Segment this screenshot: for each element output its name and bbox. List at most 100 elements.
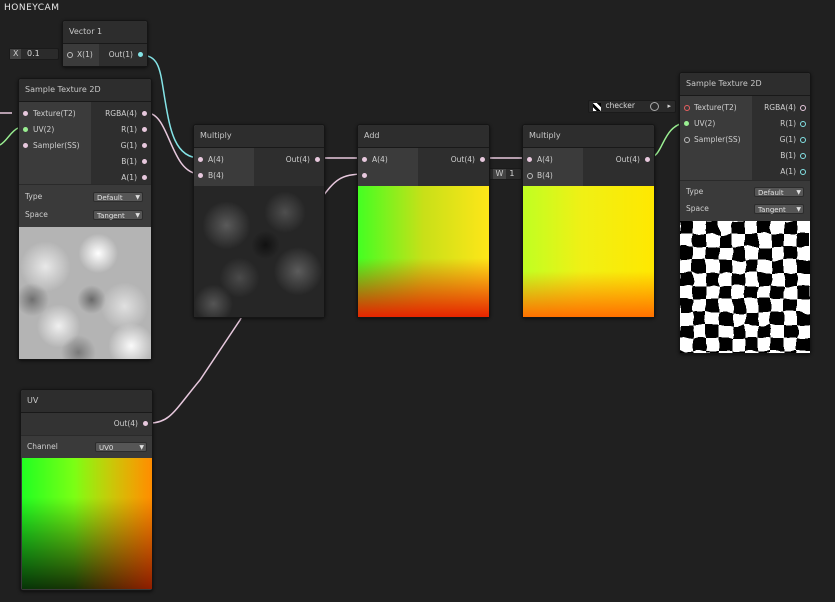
checker-pattern	[680, 221, 810, 353]
port-uv[interactable]: UV(2)	[684, 117, 715, 131]
field-value: 1	[509, 169, 515, 178]
vector1-node[interactable]: Vector 1 X(1) Out(1)	[62, 20, 148, 67]
uv-preview	[22, 458, 152, 589]
vector1-x-field[interactable]: X 0.1	[9, 48, 59, 60]
port-label: Out(4)	[285, 155, 310, 164]
texture-thumb-icon	[593, 103, 601, 111]
port-label: Sampler(SS)	[33, 141, 80, 150]
checker-texture-field[interactable]: checker ▸	[588, 100, 676, 113]
port-label: Sampler(SS)	[694, 135, 741, 144]
uv-node[interactable]: UV Out(4) Channel UV0 ▼	[20, 389, 153, 591]
node-title: Vector 1	[63, 21, 147, 44]
port-label: Out(4)	[615, 155, 640, 164]
chevron-down-icon: ▼	[135, 212, 140, 219]
dark-noise-preview	[194, 186, 324, 317]
port-out[interactable]: Out(1)	[109, 48, 143, 62]
multiply-node-2[interactable]: Multiply A(4) B(4) Out(4)	[522, 124, 655, 318]
dropdown-value: Default	[758, 189, 784, 197]
port-label: R(1)	[780, 119, 796, 128]
chevron-down-icon: ▼	[796, 206, 801, 213]
port-sampler[interactable]: Sampler(SS)	[23, 139, 80, 153]
port-label: UV(2)	[33, 125, 55, 134]
port-label: B(1)	[121, 157, 137, 166]
wire-offscreen-to-uv	[0, 127, 19, 146]
uv-gradient-preview	[358, 186, 489, 317]
port-b[interactable]: B(1)	[780, 149, 806, 163]
channel-label: Channel	[27, 442, 58, 451]
chevron-down-icon: ▼	[796, 189, 801, 196]
port-label: X(1)	[77, 50, 93, 59]
port-label: Texture(T2)	[694, 103, 737, 112]
port-b[interactable]: B(4)	[198, 169, 224, 183]
port-label: UV(2)	[694, 119, 716, 128]
port-label: RGBA(4)	[764, 103, 796, 112]
port-g[interactable]: G(1)	[780, 133, 806, 147]
port-label: RGBA(4)	[105, 109, 137, 118]
type-dropdown[interactable]: Default ▼	[754, 187, 804, 197]
target-icon[interactable]	[650, 102, 659, 111]
port-label: Texture(T2)	[33, 109, 76, 118]
port-a[interactable]: A(1)	[780, 165, 806, 179]
type-label: Type	[25, 192, 43, 201]
port-rgba[interactable]: RGBA(4)	[105, 107, 147, 121]
chevron-down-icon: ▼	[139, 444, 144, 451]
port-x-in[interactable]: X(1)	[67, 48, 93, 62]
port-label: A(4)	[537, 155, 553, 164]
port-label: G(1)	[120, 141, 137, 150]
field-label: X	[10, 49, 22, 59]
node-title: Sample Texture 2D	[19, 79, 151, 102]
port-g[interactable]: G(1)	[121, 139, 147, 153]
port-label: A(1)	[121, 173, 137, 182]
channel-dropdown[interactable]: UV0 ▼	[95, 442, 147, 452]
field-label: W	[492, 169, 507, 179]
sample-texture-node-right[interactable]: Sample Texture 2D Texture(T2) UV(2) Samp…	[679, 72, 811, 354]
port-a[interactable]: A(1)	[121, 171, 147, 185]
port-label: A(4)	[208, 155, 224, 164]
watermark: HONEYCAM	[4, 3, 60, 13]
port-out[interactable]: Out(4)	[616, 153, 650, 167]
add-node[interactable]: Add A(4) Out(4)	[357, 124, 490, 318]
node-title: Add	[358, 125, 489, 148]
node-title: UV	[21, 390, 152, 413]
space-label: Space	[25, 210, 48, 219]
port-r[interactable]: R(1)	[121, 123, 147, 137]
port-label: B(4)	[208, 171, 224, 180]
yellow-gradient-preview	[523, 186, 654, 317]
port-label: Out(1)	[108, 50, 133, 59]
port-label: G(1)	[779, 135, 796, 144]
type-dropdown[interactable]: Default ▼	[93, 192, 143, 202]
sample-texture-node-left[interactable]: Sample Texture 2D Texture(T2) UV(2) Samp…	[18, 78, 152, 360]
space-dropdown[interactable]: Tangent ▼	[754, 204, 804, 214]
port-b[interactable]: B(4)	[527, 169, 553, 183]
uv-red-overlay	[22, 458, 152, 589]
port-rgba[interactable]: RGBA(4)	[764, 101, 806, 115]
port-out[interactable]: Out(4)	[114, 417, 148, 431]
port-label: A(4)	[372, 155, 388, 164]
port-uv[interactable]: UV(2)	[23, 123, 54, 137]
port-label: Out(4)	[113, 419, 138, 428]
port-label: Out(4)	[450, 155, 475, 164]
multiply-node-1[interactable]: Multiply A(4) B(4) Out(4)	[193, 124, 325, 318]
port-a[interactable]: A(4)	[527, 153, 553, 167]
port-a[interactable]: A(4)	[362, 153, 388, 167]
port-r[interactable]: R(1)	[780, 117, 806, 131]
port-texture[interactable]: Texture(T2)	[684, 101, 737, 115]
port-sampler[interactable]: Sampler(SS)	[684, 133, 741, 147]
node-title: Multiply	[523, 125, 654, 148]
dropdown-value: Tangent	[97, 212, 125, 220]
type-label: Type	[686, 187, 704, 196]
port-label: B(1)	[780, 151, 796, 160]
link-icon: ▸	[667, 102, 671, 110]
port-texture[interactable]: Texture(T2)	[23, 107, 76, 121]
dropdown-value: Tangent	[758, 206, 786, 214]
port-label: A(1)	[780, 167, 796, 176]
port-a[interactable]: A(4)	[198, 153, 224, 167]
port-b[interactable]: B(1)	[121, 155, 147, 169]
chevron-down-icon: ▼	[135, 194, 140, 201]
port-out[interactable]: Out(4)	[451, 153, 485, 167]
texture-name: checker	[605, 101, 635, 110]
port-out[interactable]: Out(4)	[286, 153, 320, 167]
space-dropdown[interactable]: Tangent ▼	[93, 210, 143, 220]
space-label: Space	[686, 204, 709, 213]
port-label: B(4)	[537, 171, 553, 180]
